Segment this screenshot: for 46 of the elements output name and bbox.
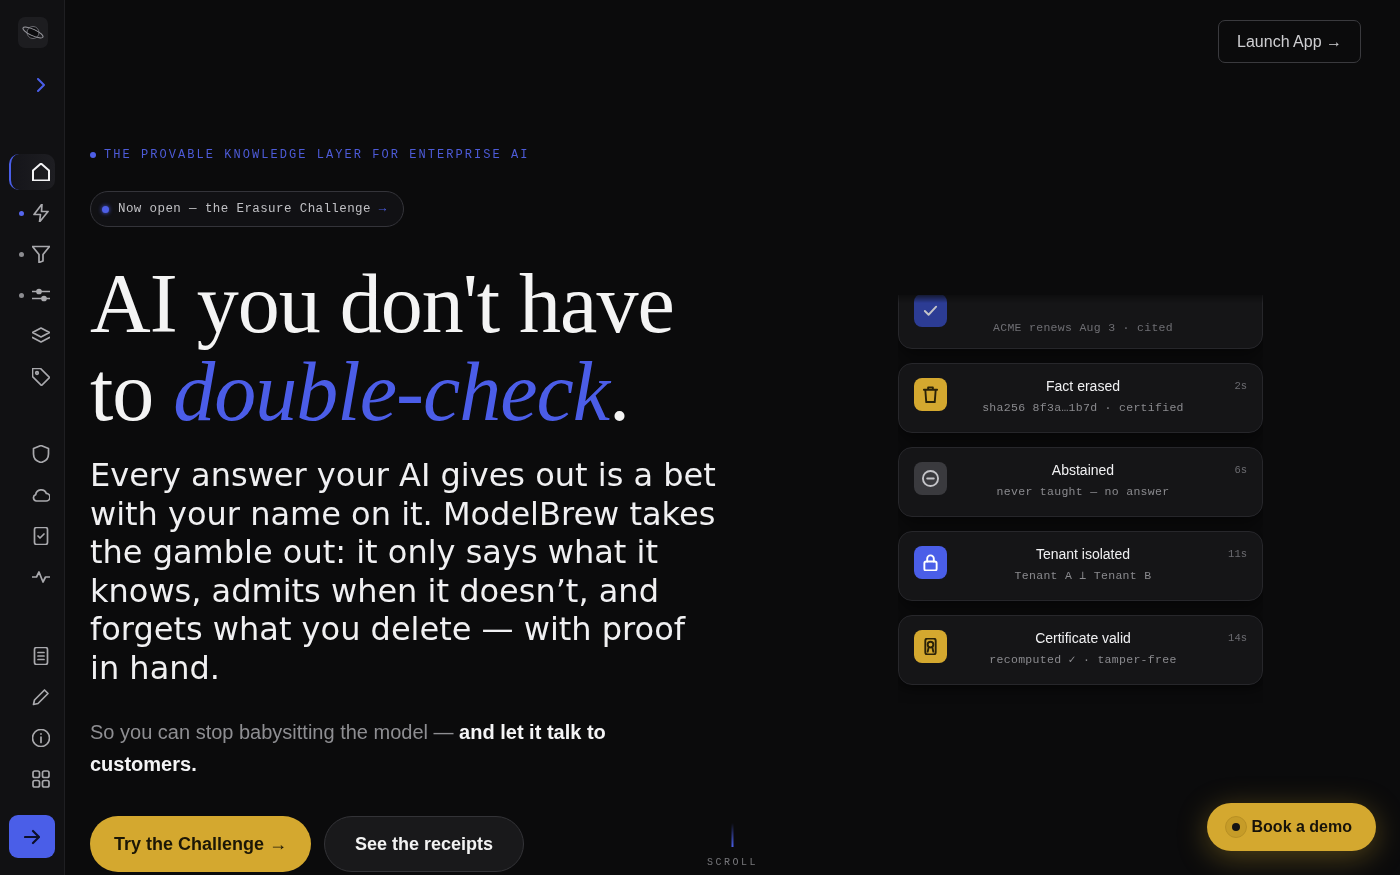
event-detail: recomputed ✓ · tamper-free bbox=[988, 652, 1178, 667]
eyebrow-text: THE PROVABLE KNOWLEDGE LAYER FOR ENTERPRISE AI bbox=[104, 148, 530, 162]
receipts-button[interactable]: See the receipts bbox=[324, 816, 525, 872]
book-demo-button[interactable]: Book a demo bbox=[1206, 803, 1376, 851]
shield-icon bbox=[32, 445, 50, 463]
document-icon bbox=[32, 647, 50, 665]
chevron-icon bbox=[34, 78, 48, 92]
dot-icon bbox=[90, 152, 96, 158]
layers-icon bbox=[32, 327, 50, 345]
event-title: Abstained bbox=[1050, 461, 1116, 479]
scroll-line-icon bbox=[731, 823, 734, 847]
filter-icon bbox=[32, 245, 50, 263]
challenge-button[interactable]: Try the Challenge → bbox=[90, 816, 312, 872]
event-detail: ACME renews Aug 3 · cited bbox=[992, 320, 1174, 335]
cloud-icon bbox=[32, 486, 50, 504]
tag-icon bbox=[32, 368, 50, 386]
pulse-icon bbox=[32, 568, 50, 586]
event-time: 11s bbox=[1227, 547, 1247, 562]
hero-heading: AI you don't have to double-check. bbox=[90, 260, 675, 436]
nav-button[interactable] bbox=[9, 154, 55, 190]
event-time: 6s bbox=[1233, 463, 1247, 478]
event-time: 2s bbox=[1233, 379, 1247, 394]
sliders-icon bbox=[32, 286, 50, 304]
launch-app-button[interactable]: Launch App → bbox=[1218, 20, 1361, 63]
hero-subtext: So you can stop babysitting the model — and let it talk to customers. bbox=[90, 720, 607, 777]
event-detail: Tenant A ⊥ Tenant B bbox=[1013, 568, 1153, 583]
arrow-right-icon bbox=[24, 828, 40, 845]
event-title: Certificate valid bbox=[1034, 629, 1132, 647]
hero-paragraph: Every answer your AI gives out is a bet with your name on it. ModelBrew takes the gamble out: it only says what it knows, admits when it doesn’t, and forgets what you delete — with proof in hand. bbox=[90, 456, 717, 687]
event-detail: never taught — no answer bbox=[995, 484, 1171, 499]
event-time: 14s bbox=[1227, 631, 1247, 646]
logo-icon bbox=[18, 17, 48, 48]
home-icon bbox=[32, 163, 50, 181]
event-title: Fact erased bbox=[1045, 377, 1121, 395]
clipboard-check-icon bbox=[32, 527, 50, 545]
pencil-icon bbox=[32, 688, 50, 706]
announcement-link[interactable]: Now open — the Erasure Challenge → bbox=[90, 191, 404, 227]
info-icon bbox=[32, 729, 50, 747]
dot-icon bbox=[102, 205, 109, 213]
dot-icon bbox=[1224, 816, 1247, 838]
scroll-label: SCROLL bbox=[707, 857, 758, 869]
lightning-icon bbox=[32, 204, 50, 222]
event-detail: sha256 8f3a…1b7d · certified bbox=[981, 400, 1185, 415]
arrow-button[interactable] bbox=[9, 815, 55, 858]
grid-icon bbox=[32, 770, 50, 788]
event-title: Tenant isolated bbox=[1034, 545, 1132, 563]
